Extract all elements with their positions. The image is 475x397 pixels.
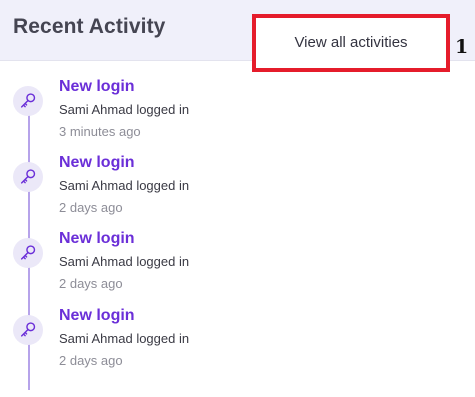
- activity-description: Sami Ahmad logged in: [59, 331, 190, 346]
- activity-description: Sami Ahmad logged in: [59, 102, 190, 117]
- activity-title[interactable]: New login: [59, 78, 135, 96]
- key-icon: [13, 162, 43, 192]
- view-all-activities-button[interactable]: View all activities: [252, 14, 450, 72]
- page-title: Recent Activity: [13, 15, 166, 38]
- view-all-activities-label: View all activities: [294, 33, 408, 51]
- activity-title[interactable]: New login: [59, 230, 135, 248]
- activity-description: Sami Ahmad logged in: [59, 178, 190, 193]
- activity-time: 2 days ago: [59, 353, 123, 368]
- activity-title[interactable]: New login: [59, 307, 135, 325]
- activity-time: 2 days ago: [59, 200, 123, 215]
- activity-time: 2 days ago: [59, 276, 123, 291]
- activity-time: 3 minutes ago: [59, 124, 141, 139]
- activity-item: New login Sami Ahmad logged in 2 days ag…: [0, 154, 475, 238]
- annotation-marker: 1: [455, 36, 469, 58]
- activity-title[interactable]: New login: [59, 154, 135, 172]
- key-icon: [13, 315, 43, 345]
- activity-description: Sami Ahmad logged in: [59, 254, 190, 269]
- activity-item: New login Sami Ahmad logged in 3 minutes…: [0, 78, 475, 162]
- key-icon: [13, 238, 43, 268]
- activity-item: New login Sami Ahmad logged in 2 days ag…: [0, 230, 475, 314]
- key-icon: [13, 86, 43, 116]
- activity-item: New login Sami Ahmad logged in 2 days ag…: [0, 307, 475, 391]
